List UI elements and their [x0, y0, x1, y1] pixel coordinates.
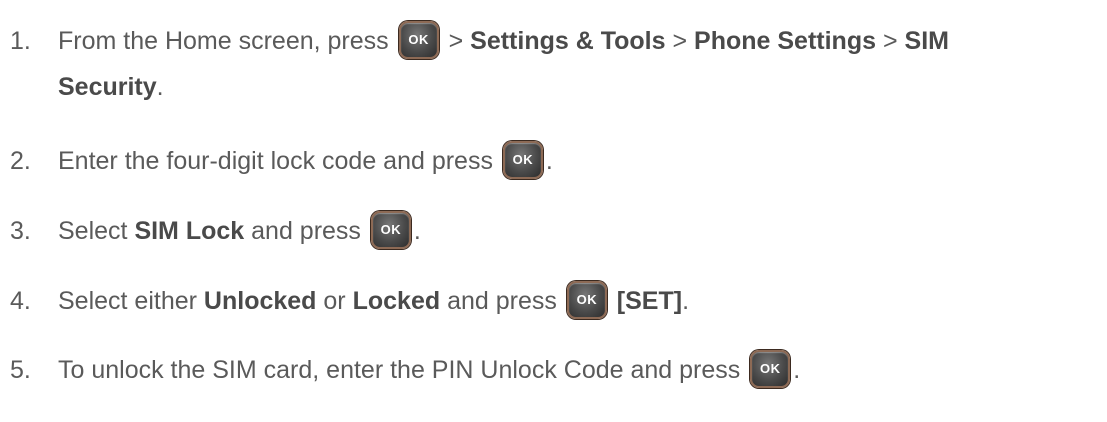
step-number: 2.: [10, 147, 31, 175]
step-1: 1. From the Home screen, press OK > Setti…: [10, 16, 1107, 112]
step-2: 2. Enter the four-digit lock code and pre…: [10, 136, 1107, 186]
step-number: 5.: [10, 356, 31, 384]
step-number: 4.: [10, 287, 31, 315]
step-5: 5. To unlock the SIM card, enter the PIN …: [10, 345, 1107, 395]
step-text: .: [545, 147, 553, 175]
step-number: 3.: [10, 217, 31, 245]
step-text: .: [682, 287, 690, 315]
instruction-list: 1. From the Home screen, press OK > Setti…: [0, 0, 1107, 422]
menu-item-phone-settings: Phone Settings: [694, 27, 876, 55]
ok-key-icon: OK: [370, 211, 411, 250]
step-text: To unlock the SIM card, enter the PIN Un…: [58, 356, 741, 384]
step-text: .: [413, 217, 421, 245]
separator: >: [882, 27, 898, 55]
separator: >: [672, 27, 688, 55]
option-unlocked: Unlocked: [203, 287, 317, 315]
step-text: and press: [251, 217, 361, 245]
softkey-set: [SET]: [616, 287, 683, 315]
ok-key-icon: OK: [398, 21, 439, 60]
step-text: From the Home screen, press: [58, 27, 389, 55]
ok-key-icon: OK: [502, 141, 543, 180]
step-text: .: [156, 73, 164, 101]
menu-item-sim-lock: SIM Lock: [134, 217, 245, 245]
step-text: Enter the four-digit lock code and press: [58, 147, 493, 175]
step-text: Select either: [58, 287, 197, 315]
step-text: and press: [447, 287, 557, 315]
step-3: 3. Select SIM Lock and press OK.: [10, 206, 1107, 256]
step-number: 1.: [10, 27, 31, 55]
step-text: or: [323, 287, 346, 315]
ok-key-icon: OK: [566, 281, 607, 320]
step-4: 4. Select either Unlocked or Locked and p…: [10, 276, 1107, 326]
step-text: Select: [58, 217, 128, 245]
step-text: .: [793, 356, 801, 384]
menu-item-settings-tools: Settings & Tools: [470, 27, 666, 55]
menu-item-sim: SIM: [904, 27, 949, 55]
separator: >: [448, 27, 464, 55]
option-locked: Locked: [352, 287, 441, 315]
menu-item-security: Security: [58, 73, 157, 101]
ok-key-icon: OK: [750, 350, 791, 389]
